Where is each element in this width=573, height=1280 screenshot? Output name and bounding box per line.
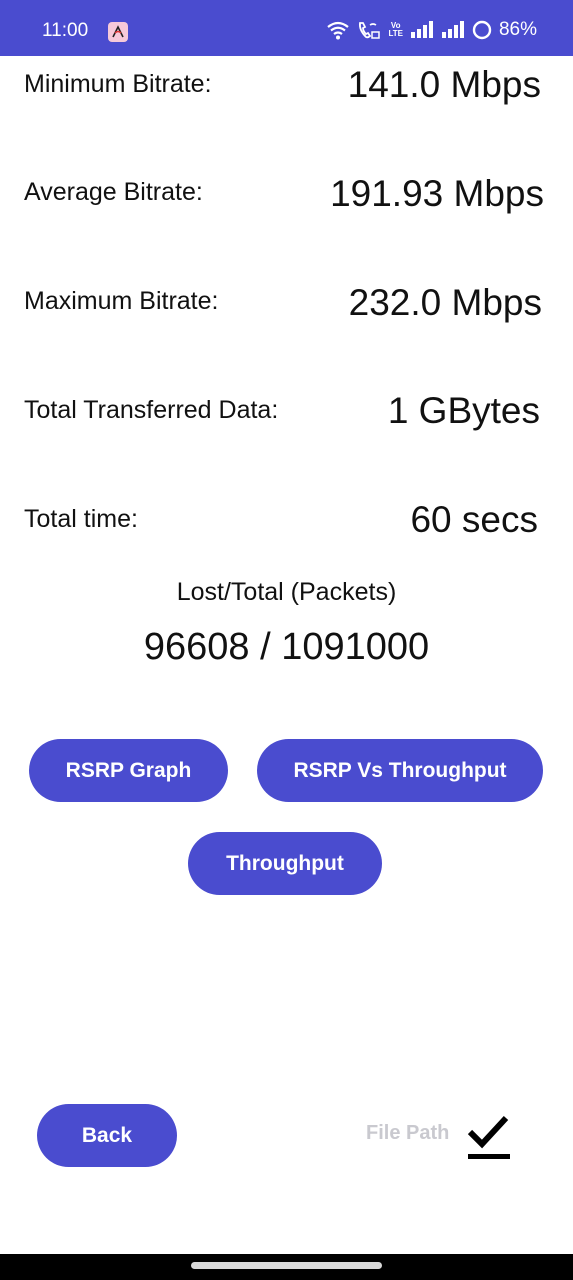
total-data-label: Total Transferred Data: xyxy=(24,396,279,424)
min-bitrate-value: 141.0 Mbps xyxy=(347,64,541,105)
packets-value: 96608 / 1091000 xyxy=(143,626,430,668)
max-bitrate-label: Maximum Bitrate: xyxy=(24,287,219,315)
battery-icon xyxy=(472,20,492,40)
total-data-value: 1 GBytes xyxy=(387,390,540,431)
packets-label: Lost/Total (Packets) xyxy=(176,578,397,606)
check-icon[interactable] xyxy=(464,1110,514,1169)
wifi-calling-icon xyxy=(357,20,381,40)
min-bitrate-label: Minimum Bitrate: xyxy=(24,70,212,98)
file-path-label[interactable]: File Path xyxy=(366,1122,449,1145)
app-notification-icon xyxy=(108,22,128,42)
status-bar: 11:00 Vo LTE 86% xyxy=(0,0,573,56)
signal-icon xyxy=(410,21,434,39)
home-gesture-bar[interactable] xyxy=(191,1262,382,1269)
status-icons: Vo LTE 86% xyxy=(326,18,537,42)
max-bitrate-value: 232.0 Mbps xyxy=(348,282,542,323)
volte-icon: Vo LTE xyxy=(388,22,403,38)
wifi-icon xyxy=(326,20,350,40)
avg-bitrate-value: 191.93 Mbps xyxy=(330,173,544,214)
status-time: 11:00 xyxy=(42,20,89,41)
signal-icon xyxy=(441,21,465,39)
total-time-value: 60 secs xyxy=(410,499,538,540)
avg-bitrate-label: Average Bitrate: xyxy=(24,178,203,206)
rsrp-vs-throughput-button[interactable]: RSRP Vs Throughput xyxy=(257,739,543,802)
total-time-label: Total time: xyxy=(24,505,138,533)
rsrp-graph-button[interactable]: RSRP Graph xyxy=(29,739,228,802)
volte-bottom-label: LTE xyxy=(388,29,403,38)
battery-percentage: 86% xyxy=(498,19,537,40)
throughput-button[interactable]: Throughput xyxy=(188,832,382,895)
back-button[interactable]: Back xyxy=(37,1104,177,1167)
